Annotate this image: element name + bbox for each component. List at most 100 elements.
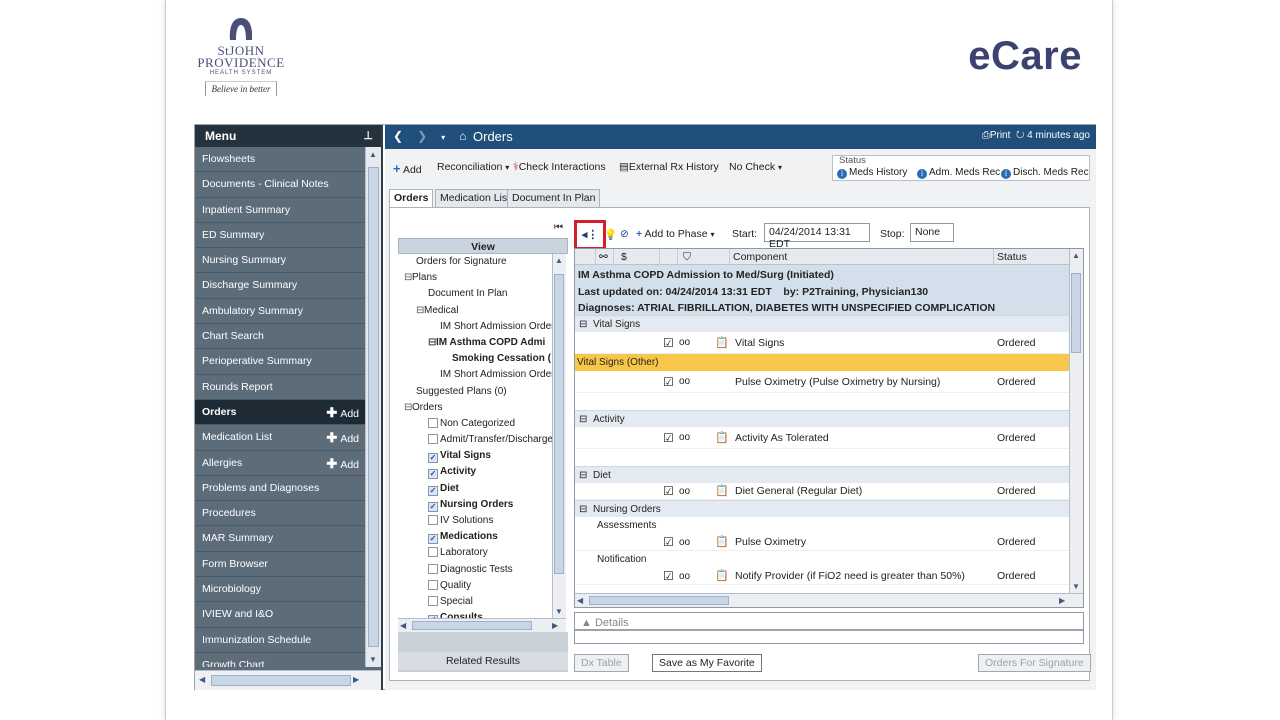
tree-item[interactable]: Admit/Transfer/Discharge	[398, 432, 552, 448]
scroll-left-icon[interactable]: ◀	[577, 596, 583, 605]
prohibit-icon[interactable]: ⊘	[620, 228, 629, 240]
menu-item-orders[interactable]: Orders ✚ Add	[195, 399, 365, 426]
menu-scrollbar[interactable]: ▲ ▼	[365, 147, 381, 667]
tree-item[interactable]: IM Short Admission Orders	[398, 319, 552, 335]
tree-checkbox[interactable]	[428, 579, 438, 590]
scroll-right-icon[interactable]: ▶	[552, 621, 558, 630]
section-vital-signs[interactable]: ⊟ Vital Signs	[575, 315, 1069, 332]
pin-icon[interactable]: ⊥	[363, 129, 373, 142]
menu-item-growth-chart[interactable]: Growth Chart	[195, 653, 365, 667]
tree-scrollbar[interactable]: ▲ ▼	[552, 254, 566, 618]
refresh-button[interactable]: ↻ 4 minutes ago	[1016, 130, 1090, 141]
check-interactions-button[interactable]: ⚕Check Interactions	[513, 161, 606, 173]
tree-item[interactable]: ✓Consults	[398, 610, 552, 618]
grid-scroll-thumb[interactable]	[1071, 273, 1081, 353]
order-row-notify-provider[interactable]: ☑ oo 📋 Notify Provider (if FiO2 need is gr…	[575, 568, 1069, 585]
lightbulb-icon[interactable]: 💡	[604, 228, 617, 241]
menu-item-procedures[interactable]: Procedures	[195, 501, 365, 527]
tree-item[interactable]: ⊟IM Asthma COPD Admi	[398, 335, 552, 351]
scroll-up-icon[interactable]: ▲	[369, 150, 377, 159]
section-nursing-orders[interactable]: ⊟ Nursing Orders	[575, 500, 1069, 517]
tree-checkbox[interactable]: ✓	[428, 453, 438, 464]
checkmark-icon[interactable]: ☑	[663, 568, 674, 585]
tree-checkbox[interactable]	[428, 595, 438, 606]
tree-checkbox[interactable]	[428, 563, 438, 574]
print-button[interactable]: ⎙Print	[982, 130, 1011, 141]
menu-item-perioperative-summary[interactable]: Perioperative Summary	[195, 349, 365, 375]
menu-item-form-browser[interactable]: Form Browser	[195, 552, 365, 578]
scroll-right-icon[interactable]: ▶	[353, 675, 359, 684]
order-row-pulse-ox[interactable]: ☑ oo 📋 Pulse Oximetry Ordered	[575, 534, 1069, 551]
home-icon[interactable]: ⌂	[459, 129, 466, 143]
reconciliation-menu[interactable]: Reconciliation ▾	[437, 161, 509, 173]
stop-date-field[interactable]: None	[910, 223, 954, 242]
checkmark-icon[interactable]: ☑	[663, 534, 674, 551]
dx-table-button[interactable]: Dx Table	[574, 654, 629, 672]
col-status[interactable]: Status	[997, 251, 1027, 263]
tree-item[interactable]: Special	[398, 594, 552, 610]
orders-for-signature-button[interactable]: Orders For Signature	[978, 654, 1091, 672]
order-row-vital-signs[interactable]: ☑ oo 📋 Vital Signs Ordered	[575, 332, 1069, 354]
scroll-up-icon[interactable]: ▲	[1072, 251, 1080, 260]
tree-item[interactable]: Document In Plan	[398, 286, 552, 302]
tree-item[interactable]: ⊟Medical	[398, 303, 552, 319]
checkmark-icon[interactable]: ☑	[663, 332, 674, 354]
menu-item-mar-summary[interactable]: MAR Summary	[195, 526, 365, 552]
tree-item[interactable]: ✓ Nursing Orders	[398, 497, 552, 513]
add-order-button[interactable]: + Add	[393, 161, 422, 176]
scroll-up-icon[interactable]: ▲	[555, 256, 563, 265]
grid-hscroll-thumb[interactable]	[589, 596, 729, 605]
tree-hscroll-thumb[interactable]	[412, 621, 532, 630]
collapse-icon[interactable]: ⊟	[404, 400, 412, 416]
menu-item-chart-search[interactable]: Chart Search	[195, 324, 365, 350]
grid-scrollbar[interactable]: ▲ ▼	[1069, 249, 1083, 593]
menu-hscrollbar[interactable]: ◀ ▶	[195, 670, 381, 690]
col-link-icon[interactable]: ⚯	[599, 251, 608, 263]
collapse-icon[interactable]: ⊟	[579, 501, 593, 518]
col-dollar[interactable]: $	[621, 251, 627, 263]
adm-meds-rec-button[interactable]: i Adm. Meds Rec	[917, 167, 1000, 179]
tree-checkbox[interactable]: ✓	[428, 485, 438, 496]
menu-item-inpatient-summary[interactable]: Inpatient Summary	[195, 198, 365, 223]
tree-item[interactable]: IM Short Admission Orders	[398, 367, 552, 383]
tree-item[interactable]: ⊟Orders	[398, 400, 552, 416]
col-component[interactable]: Component	[733, 251, 787, 263]
tree-item[interactable]: ✓ Medications	[398, 529, 552, 545]
scroll-left-icon[interactable]: ◀	[199, 675, 205, 684]
related-results-button[interactable]: Related Results	[398, 652, 568, 670]
collapse-icon[interactable]: ⊟	[428, 335, 436, 351]
collapse-icon[interactable]: ⊟	[579, 411, 593, 428]
order-row-diet[interactable]: ☑ oo 📋 Diet General (Regular Diet) Ordered	[575, 483, 1069, 500]
tree-checkbox[interactable]	[428, 547, 438, 558]
forward-arrow-icon[interactable]: ❯	[417, 129, 427, 143]
tree-item[interactable]: ✓ Activity	[398, 464, 552, 480]
scroll-right-icon[interactable]: ▶	[1059, 596, 1065, 605]
collapse-view-icon[interactable]: ⏮	[554, 222, 563, 233]
menu-item-ambulatory-summary[interactable]: Ambulatory Summary	[195, 299, 365, 325]
tree-item[interactable]: ✓ Diet	[398, 481, 552, 497]
tree-item[interactable]: IV Solutions	[398, 513, 552, 529]
tab-document-in-plan[interactable]: Document In Plan	[507, 189, 601, 207]
allergies-add-button[interactable]: ✚ Add	[326, 451, 359, 478]
menu-item-nursing-summary[interactable]: Nursing Summary	[195, 248, 365, 274]
checkmark-icon[interactable]: ☑	[663, 483, 674, 500]
scroll-down-icon[interactable]: ▼	[1072, 582, 1080, 591]
menu-hscroll-thumb[interactable]	[211, 675, 351, 686]
tree-checkbox[interactable]: ✓	[428, 469, 438, 480]
menu-item-problems[interactable]: Problems and Diagnoses	[195, 476, 365, 502]
medication-list-add-button[interactable]: ✚ Add	[326, 425, 359, 452]
details-header[interactable]: ▲ Details	[575, 613, 1083, 631]
menu-item-immunization[interactable]: Immunization Schedule	[195, 628, 365, 653]
checkmark-icon[interactable]: ☑	[663, 371, 674, 393]
tree-checkbox[interactable]: ✓	[428, 501, 438, 512]
nav-dropdown-icon[interactable]: ▾	[441, 133, 445, 142]
section-diet[interactable]: ⊟ Diet	[575, 466, 1069, 483]
tree-hscrollbar[interactable]: ◀ ▶	[398, 618, 566, 632]
tree-item[interactable]: Suggested Plans (0)	[398, 384, 552, 400]
scroll-left-icon[interactable]: ◀	[400, 621, 406, 630]
back-arrow-icon[interactable]: ❮	[393, 129, 403, 143]
section-activity[interactable]: ⊟ Activity	[575, 410, 1069, 427]
tree-scroll-thumb[interactable]	[554, 274, 564, 574]
collapse-icon[interactable]: ⊟	[416, 303, 424, 319]
tree-item[interactable]: Quality	[398, 578, 552, 594]
